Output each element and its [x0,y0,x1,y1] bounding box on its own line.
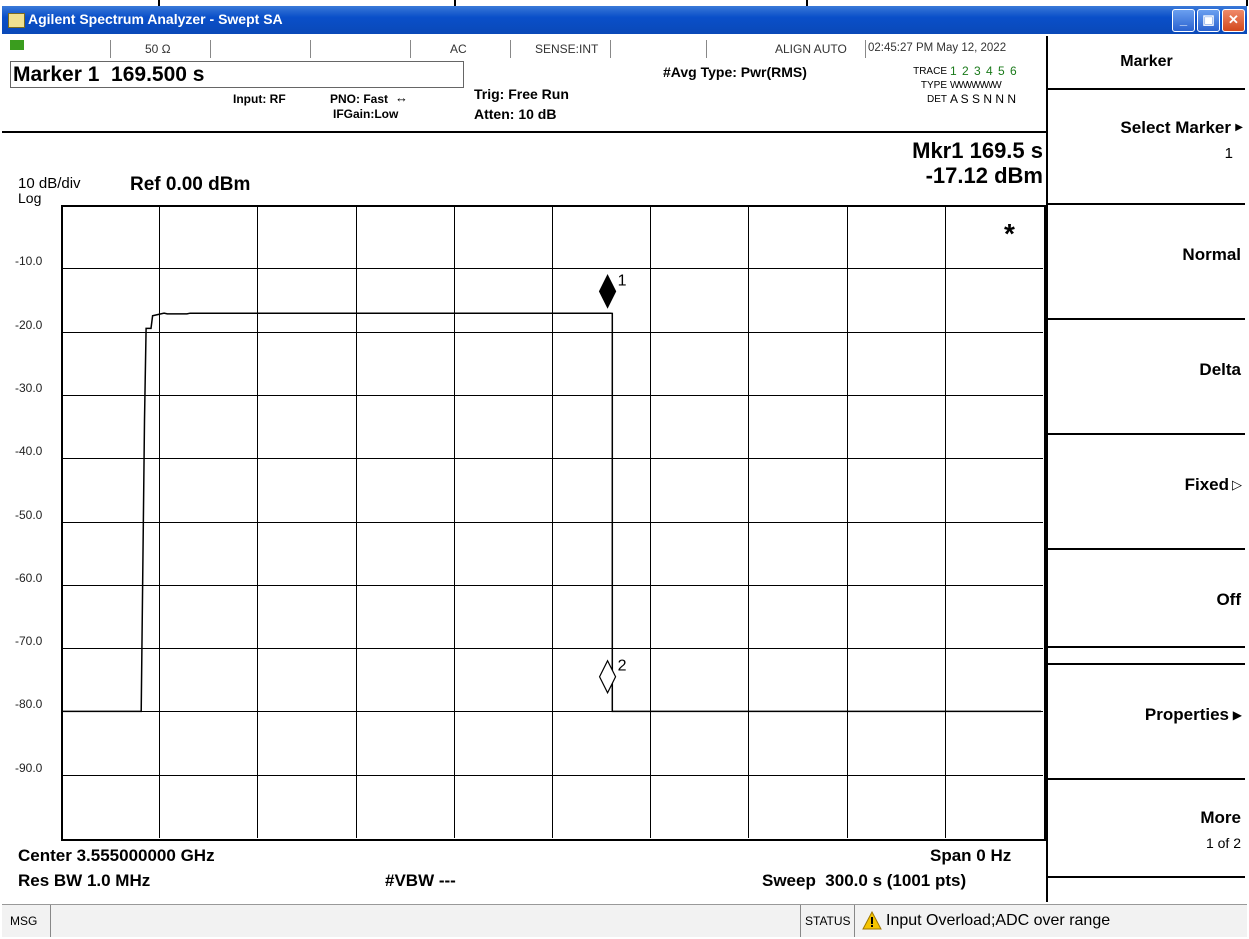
off-key[interactable]: Off [1048,548,1245,648]
properties-key[interactable]: Properties ▶ [1048,663,1245,763]
marker-2-diamond[interactable] [598,659,617,695]
menu-title: Marker [1120,53,1173,70]
menu-title-area: Marker [1048,36,1245,86]
select-marker-label: Select Marker [1120,118,1231,137]
overload-star: * [1004,218,1015,249]
warning-icon [862,911,882,930]
vbw-label[interactable]: #VBW --- [385,871,456,891]
marker-1-diamond[interactable] [598,274,617,309]
marker-1-label: 1 [618,272,627,289]
status-divider [854,905,855,937]
status-message: Input Overload;ADC over range [886,912,1111,929]
properties-arrow-icon: ▶ [1232,708,1242,722]
center-frequency[interactable]: Center 3.555000000 GHz [18,846,215,866]
submenu-arrow-icon: ▶ [1235,122,1243,133]
marker-2-label: 2 [618,658,627,675]
sweep-label[interactable]: Sweep 300.0 s (1001 pts) [762,871,966,891]
msg-label: MSG [10,914,38,928]
status-divider [800,905,801,937]
normal-key[interactable]: Normal [1048,203,1245,303]
span-label[interactable]: Span 0 Hz [930,846,1011,866]
select-marker-key[interactable]: Select Marker ▶ 1 [1048,88,1245,188]
rbw-label[interactable]: Res BW 1.0 MHz [18,871,150,891]
more-label: More [1200,808,1241,827]
select-marker-value: 1 [1224,145,1233,162]
fixed-label: Fixed [1184,475,1229,494]
more-page-label: 1 of 2 [1205,835,1241,851]
fixed-arrow-icon: ▷ [1232,477,1242,492]
status-bar: MSG STATUS Input Overload;ADC over range [2,904,1247,937]
fixed-key[interactable]: Fixed ▷ [1048,433,1245,533]
delta-key[interactable]: Delta [1048,318,1245,418]
trace-line [63,312,1041,713]
status-divider [50,905,51,937]
normal-label: Normal [1182,245,1241,264]
off-label: Off [1216,590,1241,609]
delta-label: Delta [1199,360,1241,379]
more-key[interactable]: More 1 of 2 [1048,778,1245,878]
properties-label: Properties [1144,705,1229,724]
status-label: STATUS [805,914,851,928]
